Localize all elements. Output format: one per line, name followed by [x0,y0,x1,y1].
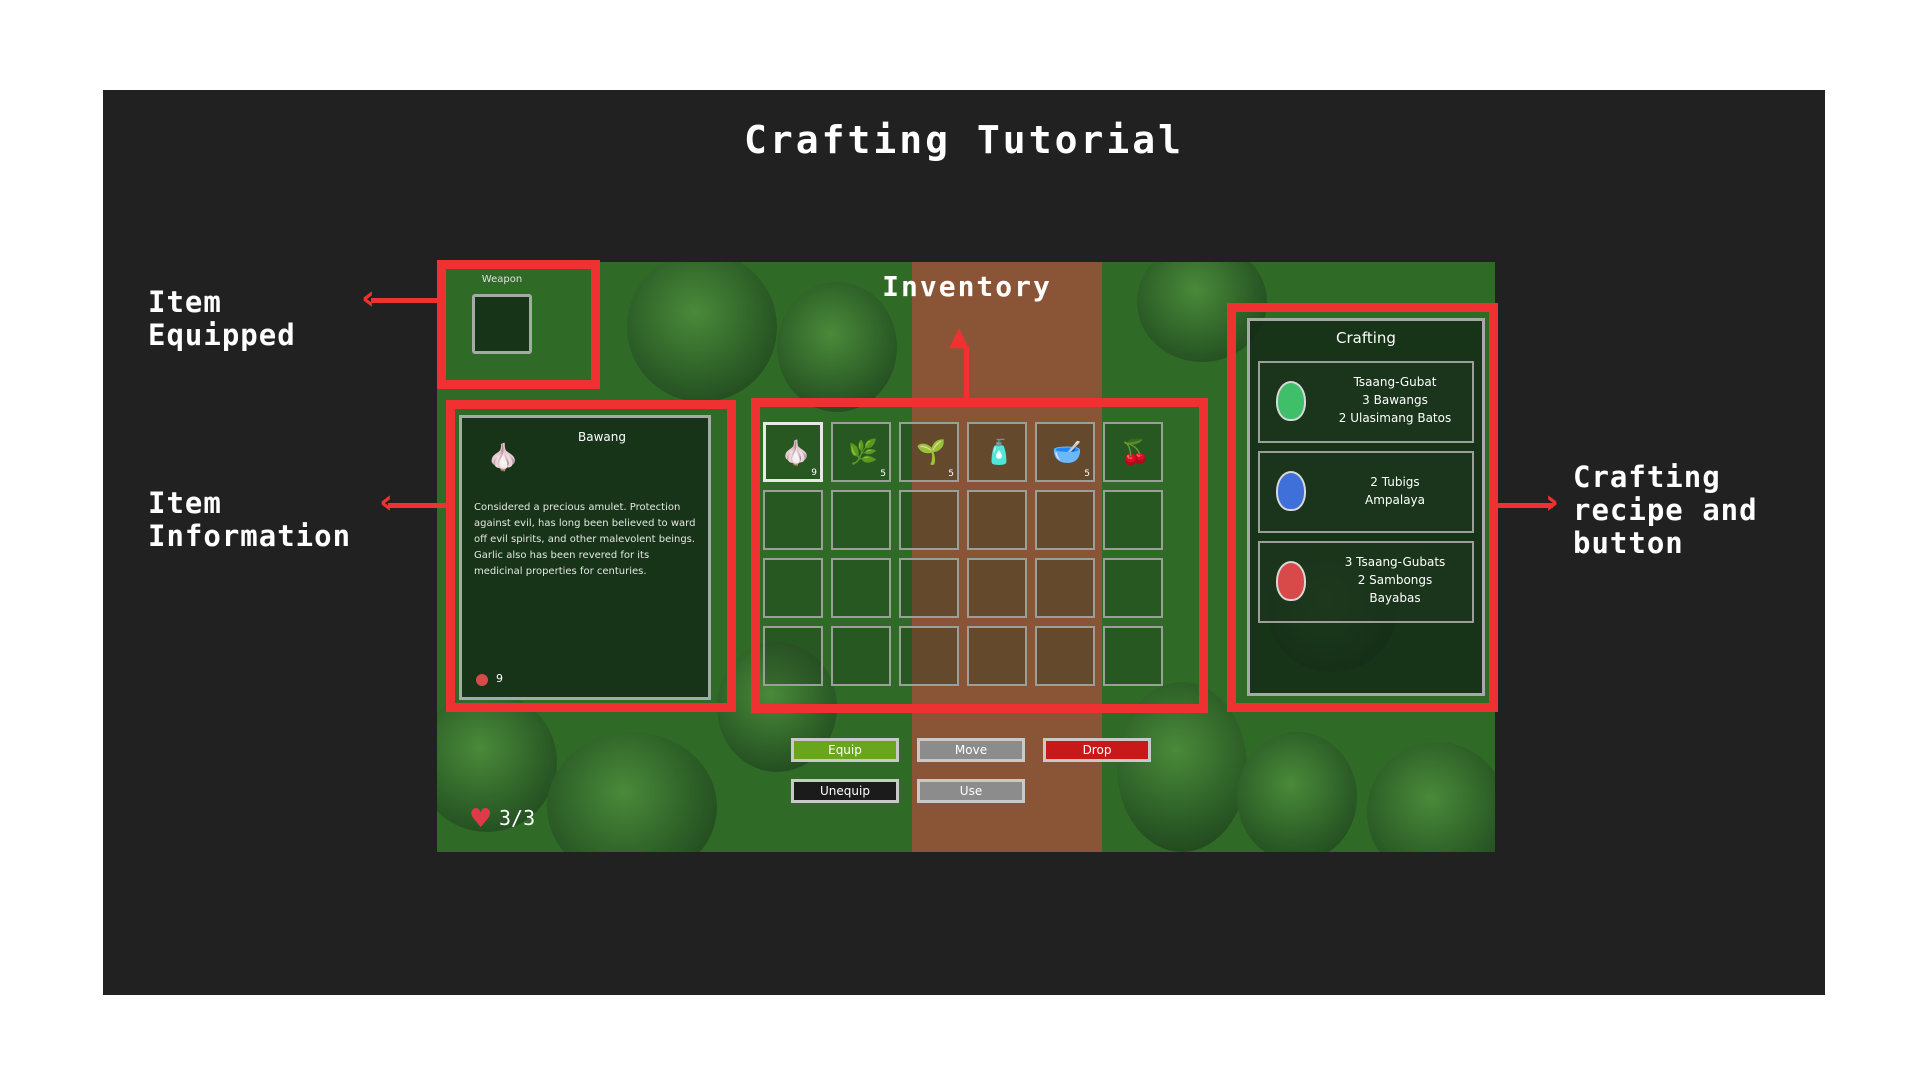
tutorial-title: Crafting Tutorial [744,118,1184,162]
arrow-right-icon: › [1545,482,1560,522]
arrow-line [388,503,446,508]
arrow-left-icon: ‹ [379,482,394,522]
callout-line: recipe and [1573,493,1758,527]
move-button[interactable]: Move [917,738,1025,762]
highlight-weapon [437,260,600,389]
callout-line: button [1573,526,1684,560]
health-counter: 3/3 [499,806,536,830]
tree [1367,742,1495,852]
tree [437,692,557,832]
highlight-inventory [751,398,1208,713]
callout-line: Item [148,285,222,319]
callout-item-information: Item Information [148,487,351,553]
arrow-up-icon: ▲ [949,322,969,352]
highlight-item-info [446,400,736,712]
tree [627,262,777,402]
arrow-line [371,298,437,303]
heart-icon: ♥ [469,804,493,834]
tree [547,732,717,852]
drop-button[interactable]: Drop [1043,738,1151,762]
equip-button[interactable]: Equip [791,738,899,762]
tree [1237,732,1357,852]
arrow-line [964,346,969,398]
callout-line: Item [148,486,222,520]
use-button[interactable]: Use [917,779,1025,803]
callout-crafting: Crafting recipe and button [1573,461,1758,560]
callout-item-equipped: Item Equipped [148,286,296,352]
unequip-button[interactable]: Unequip [791,779,899,803]
callout-line: Equipped [148,318,296,352]
tutorial-slide: Crafting Tutorial Item Equipped Item Inf… [103,90,1825,995]
arrow-left-icon: ‹ [361,278,376,318]
callout-line: Information [148,519,352,553]
inventory-title: Inventory [882,270,1052,303]
highlight-crafting [1227,303,1498,712]
callout-line: Crafting [1573,460,1721,494]
